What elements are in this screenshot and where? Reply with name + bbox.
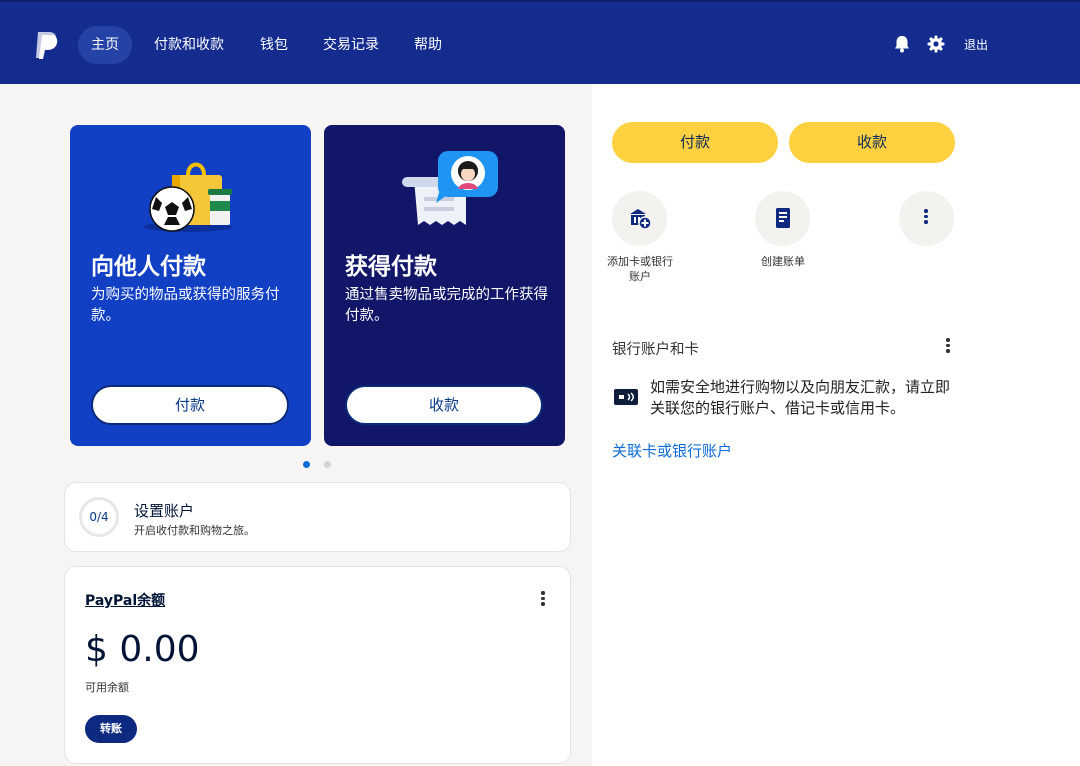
receive-button[interactable]: 收款	[345, 385, 543, 425]
balance-title-link[interactable]: PayPal余额	[85, 590, 165, 610]
promo-description: 通过售卖物品或完成的工作获得付款。	[345, 287, 548, 324]
more-options-icon[interactable]	[533, 589, 553, 611]
add-card-button[interactable]	[612, 191, 667, 246]
promo-card-receive: 获得付款 通过售卖物品或完成的工作获得付款。 收款	[324, 125, 565, 446]
invoice-avatar-chat-icon	[402, 151, 498, 225]
setup-subtitle: 开启收付款和购物之旅。	[134, 524, 255, 537]
carousel-dot-active[interactable]	[303, 461, 310, 468]
bank-add-icon	[630, 209, 652, 230]
transfer-button[interactable]: 转账	[85, 715, 137, 743]
carousel-dot[interactable]	[324, 461, 331, 468]
bell-icon[interactable]	[892, 34, 912, 54]
shopping-bag-soccer-ball-icon	[144, 162, 232, 232]
add-card-label: 添加卡或银行账户	[607, 255, 673, 283]
setup-title: 设置账户	[134, 502, 195, 520]
nav-home[interactable]: 主页	[78, 26, 132, 64]
bank-section-more-icon[interactable]	[938, 336, 958, 358]
invoice-icon	[776, 208, 790, 228]
balance-label: 可用余额	[85, 681, 129, 694]
bank-section-text: 如需安全地进行购物以及向朋友汇款，请立即关联您的银行账户、借记卡或信用卡。	[650, 378, 951, 417]
nav-wallet[interactable]: 钱包	[247, 26, 301, 64]
top-navigation-bar: 主页 付款和收款 钱包 交易记录 帮助 退出	[0, 0, 1080, 84]
balance-amount: $ 0.00	[85, 629, 200, 670]
promo-title: 获得付款	[345, 254, 437, 280]
setup-progress-ring: 0/4	[79, 497, 119, 537]
card-contactless-icon	[614, 389, 638, 405]
nav-send-receive[interactable]: 付款和收款	[141, 26, 237, 64]
setup-account-card[interactable]: 0/4 设置账户 开启收付款和购物之旅。	[64, 482, 571, 552]
logout-link[interactable]: 退出	[964, 36, 988, 53]
promo-description: 为购买的物品或获得的服务付款。	[91, 287, 280, 324]
promo-card-send: 向他人付款 为购买的物品或获得的服务付款。 付款	[70, 125, 311, 446]
create-invoice-label: 创建账单	[761, 255, 805, 268]
create-invoice-button[interactable]	[755, 191, 810, 246]
receive-action-button[interactable]: 收款	[789, 122, 955, 163]
pay-button[interactable]: 付款	[91, 385, 289, 425]
nav-activity[interactable]: 交易记录	[310, 26, 392, 64]
more-vertical-icon	[916, 207, 936, 229]
balance-card: PayPal余额 $ 0.00 可用余额 转账	[64, 566, 571, 764]
pay-action-button[interactable]: 付款	[612, 122, 778, 163]
more-actions-button[interactable]	[899, 191, 954, 246]
paypal-logo-icon[interactable]	[34, 30, 60, 60]
promo-title: 向他人付款	[91, 254, 206, 280]
link-card-bank-link[interactable]: 关联卡或银行账户	[612, 440, 732, 461]
nav-help[interactable]: 帮助	[401, 26, 455, 64]
bank-section-title: 银行账户和卡	[612, 342, 699, 358]
gear-icon[interactable]	[926, 34, 946, 54]
